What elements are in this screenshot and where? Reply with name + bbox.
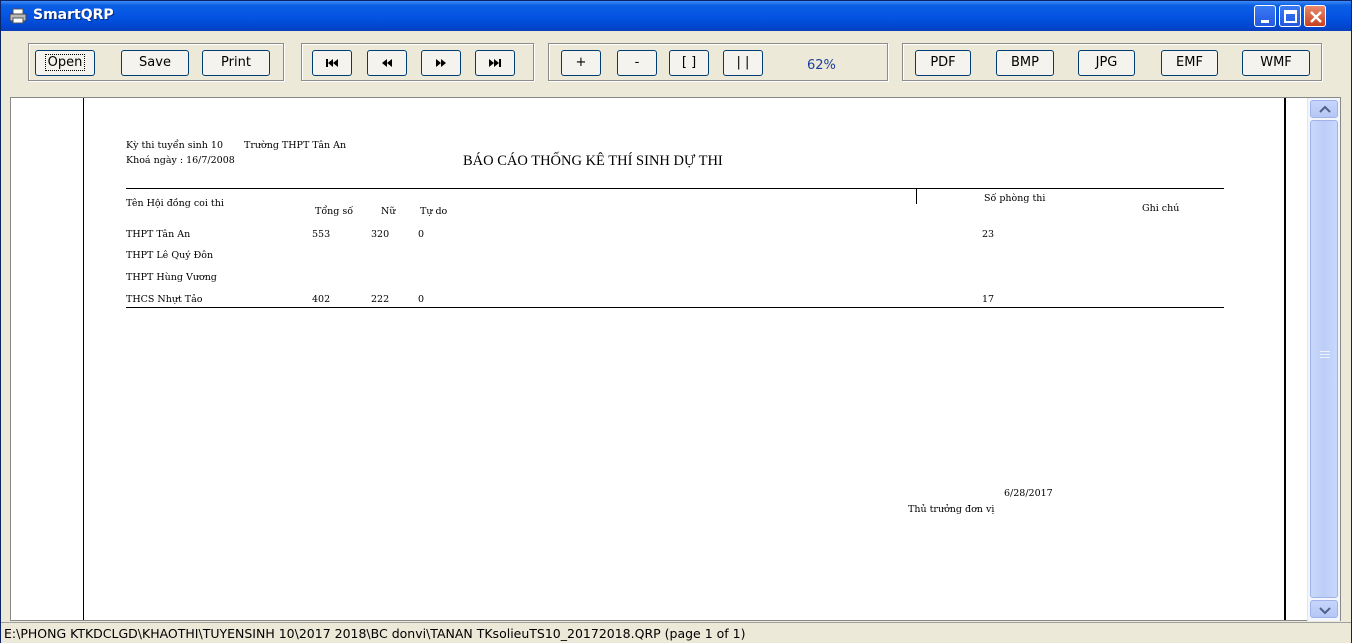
export-jpg-button[interactable]: JPG <box>1078 50 1135 76</box>
column-separator <box>916 188 917 204</box>
navigation-group <box>301 43 534 81</box>
report-page: Kỳ thi tuyển sinh 10 Trường THPT Tân An … <box>83 98 1286 620</box>
row-council: THPT Lê Quý Đôn <box>126 250 214 261</box>
scroll-up-button[interactable] <box>1310 100 1338 118</box>
previous-page-button[interactable] <box>367 50 407 76</box>
row-rooms: 23 <box>982 229 995 240</box>
next-page-button[interactable] <box>421 50 461 76</box>
row-female: 222 <box>371 294 390 305</box>
row-council: THPT Tân An <box>126 229 191 240</box>
zoom-out-button[interactable]: - <box>617 50 657 76</box>
maximize-icon <box>1284 10 1297 23</box>
close-icon <box>1310 11 1322 23</box>
export-bmp-button[interactable]: BMP <box>996 50 1054 76</box>
report-title: BÁO CÁO THỐNG KÊ THÍ SINH DỰ THI <box>463 153 723 169</box>
signature-title: Thủ trưởng đơn vị <box>908 504 995 515</box>
chevron-down-icon <box>1319 607 1331 615</box>
col-female: Nữ <box>381 206 396 217</box>
export-pdf-button[interactable]: PDF <box>915 50 971 76</box>
col-rooms: Số phòng thi <box>984 193 1046 204</box>
zoom-group: + - [ ] | | 62% <box>548 43 888 81</box>
scroll-down-button[interactable] <box>1310 600 1338 618</box>
next-page-icon <box>436 59 446 67</box>
minimize-button[interactable] <box>1254 5 1276 27</box>
status-bar: E:\PHONG KTKDCLGD\KHAOTHI\TUYENSINH 10\2… <box>1 622 1351 643</box>
open-button[interactable]: Open <box>35 50 95 76</box>
col-total: Tổng số <box>315 206 354 217</box>
title-bar[interactable]: SmartQRP <box>1 1 1351 31</box>
file-path-status: E:\PHONG KTKDCLGD\KHAOTHI\TUYENSINH 10\2… <box>4 626 746 641</box>
maximize-button[interactable] <box>1279 5 1301 27</box>
fit-width-button[interactable]: | | <box>723 50 763 76</box>
grip-line <box>1320 354 1330 355</box>
row-total: 553 <box>312 229 331 240</box>
chevron-up-icon <box>1319 105 1331 113</box>
report-date: 6/28/2017 <box>1004 488 1053 499</box>
zoom-level: 62% <box>807 58 836 73</box>
table-top-rule <box>126 188 1224 189</box>
zoom-in-button[interactable]: + <box>561 50 601 76</box>
table-bottom-rule <box>126 307 1224 308</box>
open-label: Open <box>44 54 86 71</box>
row-council: THPT Hùng Vương <box>126 272 217 283</box>
row-free: 0 <box>418 229 425 240</box>
smartqrp-window: SmartQRP Open Save Print + - [] | | 62%… <box>0 0 1352 643</box>
last-page-button[interactable] <box>475 50 515 76</box>
grip-line <box>1320 351 1330 352</box>
col-note: Ghi chú <box>1142 203 1180 214</box>
col-council: Tên Hội đồng coi thi <box>126 198 224 209</box>
school-name: Trường THPT Tân An <box>244 140 347 151</box>
row-free: 0 <box>418 294 425 305</box>
exam-date: Khoá ngày : 16/7/2008 <box>126 155 235 166</box>
save-button[interactable]: Save <box>121 50 189 76</box>
vertical-scrollbar[interactable] <box>1307 98 1340 621</box>
file-group: Open Save Print <box>28 43 284 81</box>
previous-page-icon <box>382 59 392 67</box>
close-button[interactable] <box>1304 5 1326 27</box>
export-group: PDF BMP JPG EMF WMF <box>902 43 1322 81</box>
exam-name: Kỳ thi tuyển sinh 10 <box>126 140 224 151</box>
last-page-icon <box>489 59 501 67</box>
first-page-button[interactable] <box>312 50 352 76</box>
scroll-thumb[interactable] <box>1310 120 1338 598</box>
grip-line <box>1320 357 1330 358</box>
row-total: 402 <box>312 294 331 305</box>
preview-area[interactable]: Kỳ thi tuyển sinh 10 Trường THPT Tân An … <box>10 97 1341 621</box>
printer-icon <box>9 8 27 24</box>
row-female: 320 <box>371 229 390 240</box>
minimize-icon <box>1261 20 1269 23</box>
export-wmf-button[interactable]: WMF <box>1242 50 1310 76</box>
fit-page-button[interactable]: [ ] <box>669 50 709 76</box>
first-page-icon <box>326 59 338 67</box>
col-free: Tự do <box>420 206 448 217</box>
export-emf-button[interactable]: EMF <box>1161 50 1218 76</box>
window-title: SmartQRP <box>33 7 114 23</box>
row-rooms: 17 <box>982 294 995 305</box>
row-council: THCS Nhựt Tảo <box>126 294 203 305</box>
print-button[interactable]: Print <box>202 50 270 76</box>
toolbar: Open Save Print + - [ ] | | 62% PDF BMP … <box>1 31 1351 93</box>
